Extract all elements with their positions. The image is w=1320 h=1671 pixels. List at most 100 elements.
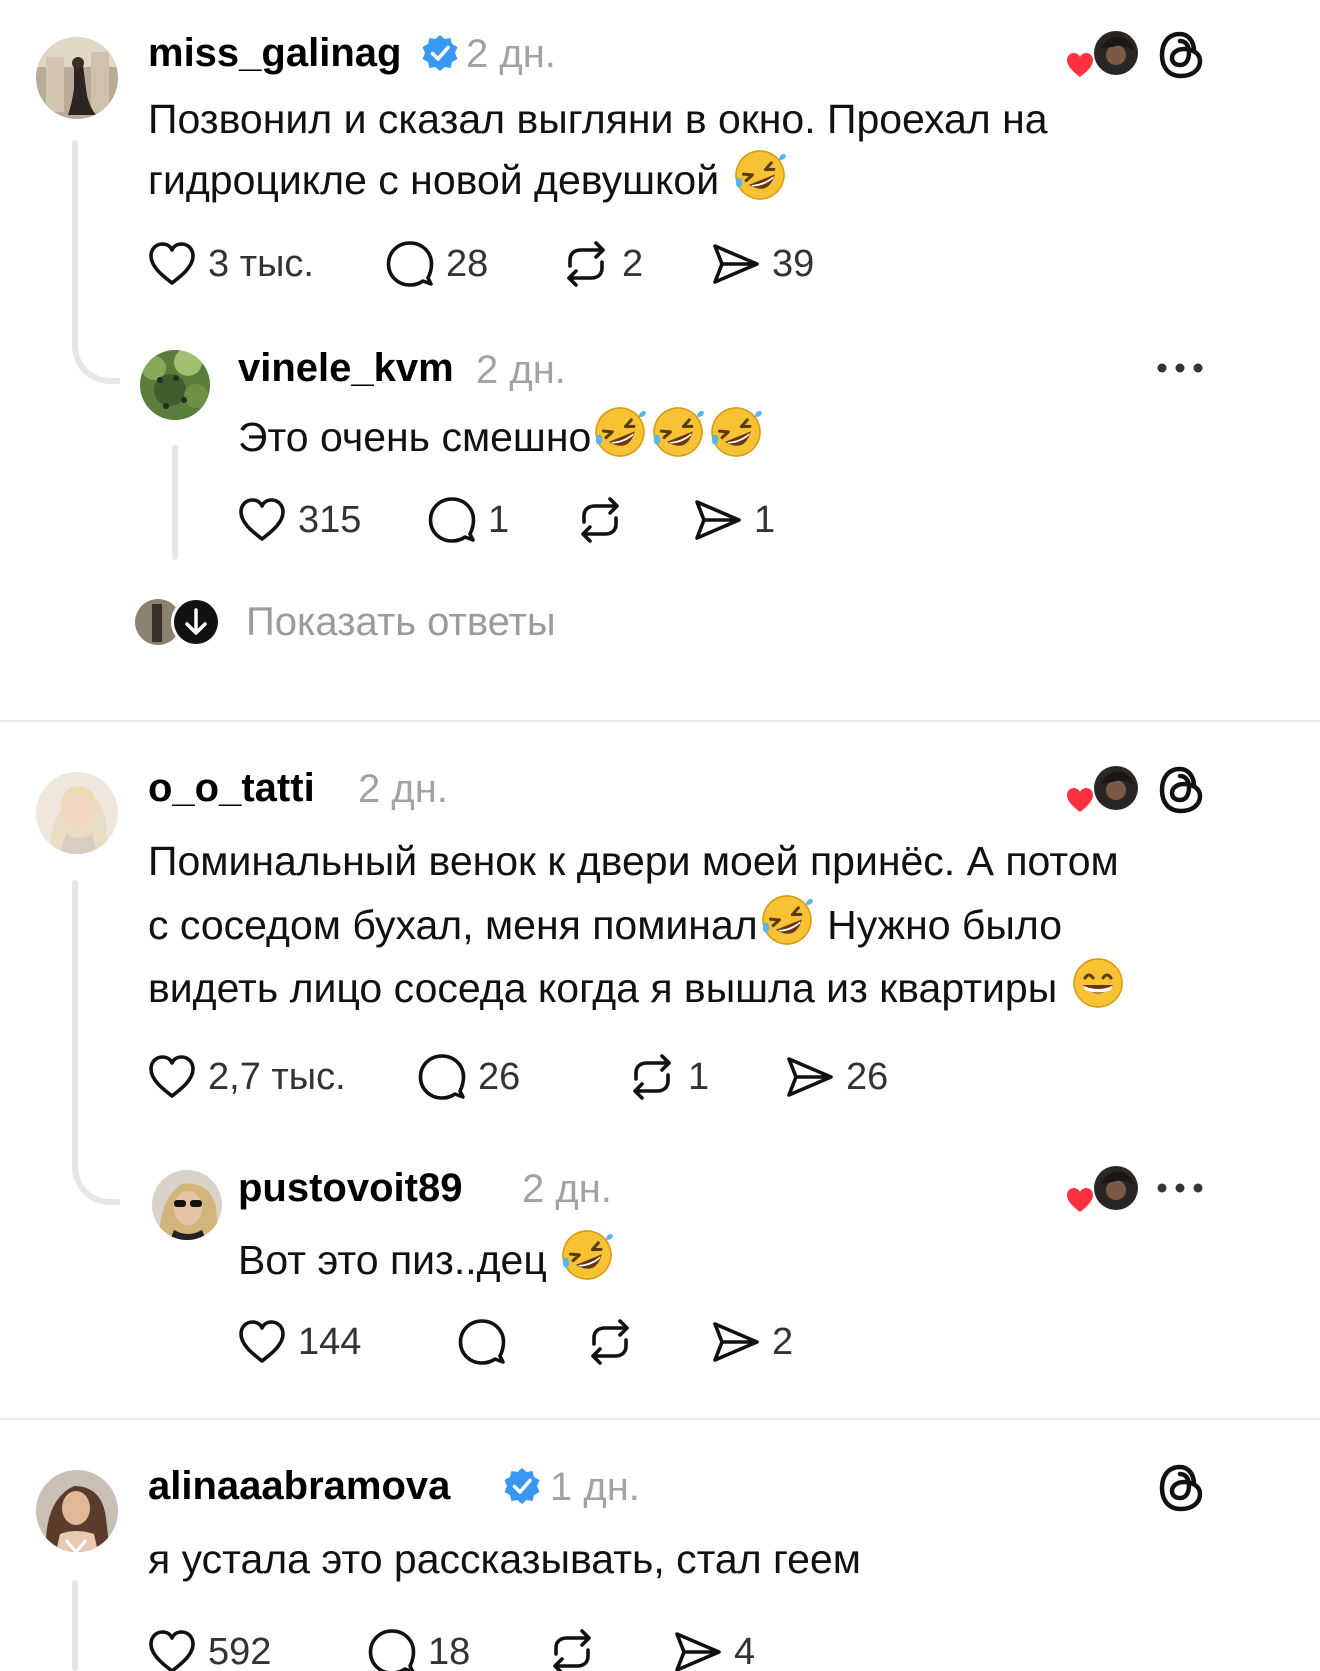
more-options-icon[interactable]: [1156, 362, 1204, 374]
repost-button[interactable]: 2: [560, 234, 643, 294]
share-button[interactable]: 26: [784, 1047, 888, 1107]
divider: [0, 1418, 1320, 1420]
repost-button[interactable]: [546, 1622, 608, 1671]
repost-icon: [626, 1051, 678, 1103]
liked-by-avatar-icon[interactable]: [1064, 27, 1144, 83]
threads-logo-icon[interactable]: [1154, 27, 1210, 83]
comment-count: 18: [428, 1630, 471, 1671]
liked-by-avatar-icon[interactable]: [1064, 1162, 1144, 1218]
comment-button[interactable]: 1: [426, 490, 509, 550]
comment-count: 1: [488, 498, 510, 541]
share-button[interactable]: 39: [710, 234, 814, 294]
username[interactable]: vinele_kvm: [238, 345, 454, 391]
timestamp: 2 дн.: [476, 348, 566, 392]
repost-icon: [546, 1626, 598, 1671]
post-text-line: видеть лицо соседа когда я вышла из квар…: [148, 956, 1127, 1020]
rofl-emoji-icon: [560, 1228, 614, 1282]
username[interactable]: alinaaabramova: [148, 1463, 450, 1509]
repost-count: 2: [622, 242, 644, 285]
divider: [0, 720, 1320, 722]
avatar[interactable]: [36, 772, 118, 854]
comment-count: 28: [446, 242, 489, 285]
thread-line: [72, 880, 78, 1100]
liked-by-avatar-icon[interactable]: [1064, 762, 1144, 818]
username[interactable]: pustovoit89: [238, 1165, 462, 1211]
rofl-emoji-icon: [733, 148, 787, 202]
comment-icon: [416, 1051, 468, 1103]
comment-icon: [426, 494, 478, 546]
share-icon: [784, 1051, 836, 1103]
repost-icon: [560, 238, 612, 290]
share-button[interactable]: 1: [692, 490, 775, 550]
comment-icon: [384, 238, 436, 290]
heart-icon: [146, 238, 198, 290]
username[interactable]: miss_galinag: [148, 30, 401, 76]
heart-icon: [236, 494, 288, 546]
repost-icon: [574, 494, 626, 546]
share-button[interactable]: 2: [710, 1312, 793, 1372]
heart-icon: [146, 1626, 198, 1671]
repost-button[interactable]: [584, 1312, 646, 1372]
comment-icon: [456, 1316, 508, 1368]
rofl-emoji-icon: [651, 405, 705, 459]
verified-badge-icon: [502, 1466, 542, 1506]
heart-icon: [146, 1051, 198, 1103]
share-count: 4: [734, 1630, 756, 1671]
comment-button[interactable]: 28: [384, 234, 488, 294]
share-count: 39: [772, 242, 815, 285]
post-text-line: я устала это рассказывать, стал геем: [148, 1536, 861, 1582]
like-count: 315: [298, 498, 362, 541]
share-icon: [672, 1626, 724, 1671]
post-text-line: гидроцикле с новой девушкой: [148, 148, 789, 212]
repost-icon: [584, 1316, 636, 1368]
username[interactable]: o_o_tatti: [148, 765, 315, 811]
like-button[interactable]: 144: [236, 1312, 361, 1372]
repost-button[interactable]: [574, 490, 636, 550]
post-text-line: Позвонил и сказал выгляни в окно. Проеха…: [148, 96, 1048, 142]
like-button[interactable]: 2,7 тыс.: [146, 1047, 346, 1107]
avatar[interactable]: [36, 37, 118, 119]
heart-icon: [236, 1316, 288, 1368]
show-replies-label: Показать ответы: [246, 600, 556, 644]
rofl-emoji-icon: [593, 405, 647, 459]
share-count: 26: [846, 1055, 889, 1098]
timestamp: 2 дн.: [466, 32, 556, 76]
like-count: 592: [208, 1630, 272, 1671]
like-count: 2,7 тыс.: [208, 1055, 346, 1098]
avatar[interactable]: [36, 1470, 118, 1552]
post-text-line: Поминальный венок к двери моей принёс. А…: [148, 838, 1119, 884]
comment-button[interactable]: [456, 1312, 518, 1372]
timestamp: 2 дн.: [358, 767, 448, 811]
share-icon: [692, 494, 744, 546]
reply-text-line: Вот это пиз..дец: [238, 1228, 616, 1292]
share-count: 2: [772, 1320, 794, 1363]
avatar[interactable]: [152, 1170, 222, 1240]
rofl-emoji-icon: [760, 893, 814, 947]
reply-connector: [72, 300, 120, 384]
like-button[interactable]: 592: [146, 1622, 271, 1671]
verified-badge-icon: [420, 33, 460, 73]
share-button[interactable]: 4: [672, 1622, 755, 1671]
comment-icon: [366, 1626, 418, 1671]
more-options-icon[interactable]: [1156, 1182, 1204, 1194]
like-count: 3 тыс.: [208, 242, 314, 285]
repost-button[interactable]: 1: [626, 1047, 709, 1107]
share-icon: [710, 238, 762, 290]
like-button[interactable]: 315: [236, 490, 361, 550]
comment-button[interactable]: 26: [416, 1047, 520, 1107]
reply-connector: [72, 1095, 120, 1205]
share-icon: [710, 1316, 762, 1368]
reply-avatars-icon: [135, 597, 221, 647]
thread-line: [72, 140, 78, 305]
reply-text-line: Это очень смешно: [238, 405, 765, 469]
show-replies-button[interactable]: Показать ответы: [134, 592, 634, 652]
thread-line: [72, 1580, 78, 1671]
threads-logo-icon[interactable]: [1154, 1460, 1210, 1516]
comment-count: 26: [478, 1055, 521, 1098]
comment-button[interactable]: 18: [366, 1622, 470, 1671]
grin-emoji-icon: [1071, 956, 1125, 1010]
share-count: 1: [754, 498, 776, 541]
threads-logo-icon[interactable]: [1154, 762, 1210, 818]
avatar[interactable]: [140, 350, 210, 420]
like-button[interactable]: 3 тыс.: [146, 234, 314, 294]
